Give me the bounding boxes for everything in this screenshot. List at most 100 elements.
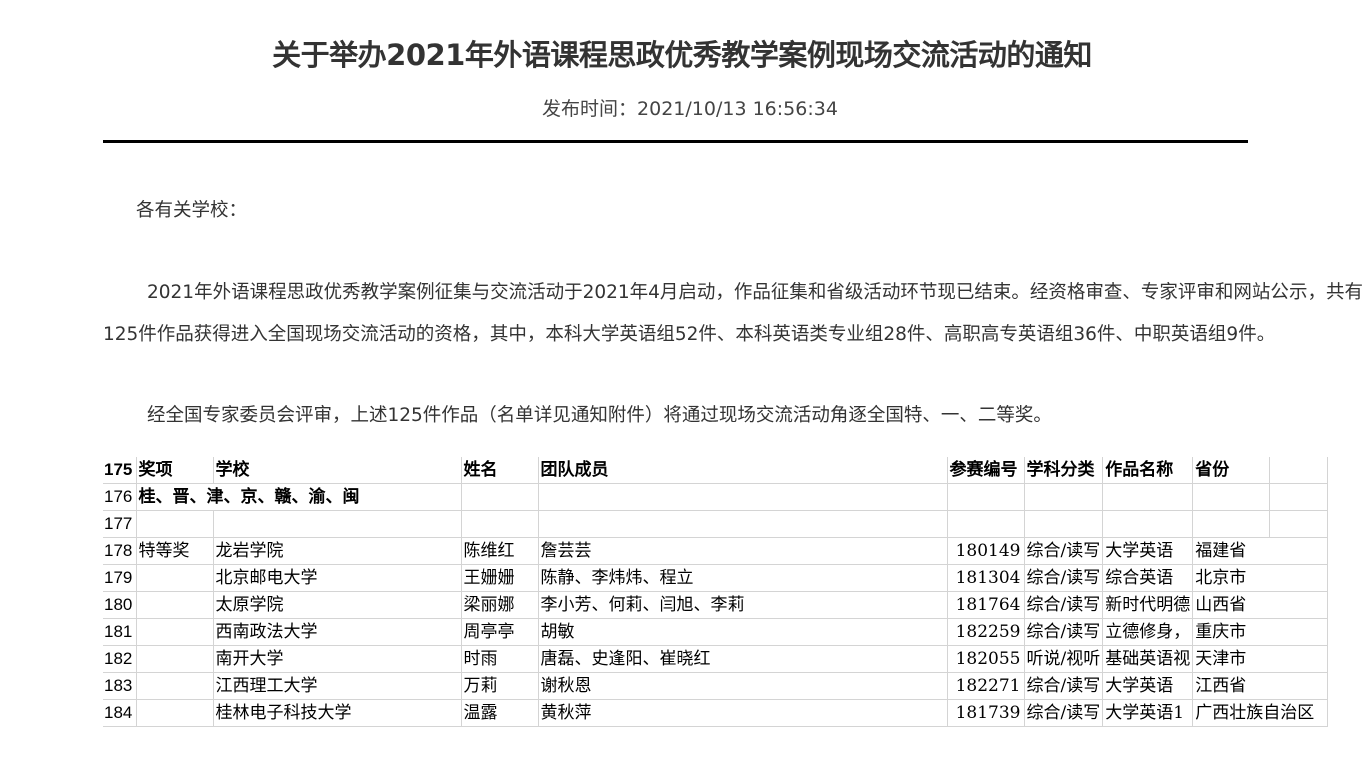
empty-cell [1102,483,1194,511]
group-row: 176 桂、晋、津、京、赣、渝、闽 [103,483,1329,511]
empty-cell [461,483,539,511]
title-divider [103,140,1248,143]
work-cell: 基础英语视 [1102,645,1194,673]
empty-cell [947,483,1025,511]
header-team: 团队成员 [538,457,948,484]
table-row: 179 北京邮电大学 王姗姗 陈静、李炜炜、程立 181304 综合/读写 综合英语 北京市 [103,564,1329,592]
school-cell: 桂林电子科技大学 [213,699,462,727]
empty-cell [538,483,948,511]
table-row: 183 江西理工大学 万莉 谢秋恩 182271 综合/读写 大学英语 江西省 [103,672,1329,700]
header-award: 奖项 [136,457,214,484]
empty-cell [1269,457,1329,484]
school-cell: 太原学院 [213,591,462,619]
paragraph-2: 经全国专家委员会评审，上述125件作品（名单详见通知附件）将通过现场交流活动角逐… [147,405,1052,426]
school-cell: 江西理工大学 [213,672,462,700]
empty-cell [1102,510,1194,538]
team-cell: 陈静、李炜炜、程立 [538,564,948,592]
province-cell: 北京市 [1192,564,1329,592]
code-cell: 182055 [947,645,1025,673]
name-cell: 时雨 [461,645,539,673]
province-cell: 江西省 [1192,672,1329,700]
empty-cell [461,510,539,538]
row-number: 176 [103,483,137,511]
row-number: 182 [103,645,137,673]
empty-cell [1269,483,1329,511]
work-cell: 立德修身， [1102,618,1194,646]
name-cell: 陈维红 [461,537,539,565]
empty-cell [213,510,462,538]
empty-cell [538,510,948,538]
code-cell: 181764 [947,591,1025,619]
name-cell: 梁丽娜 [461,591,539,619]
team-cell: 詹芸芸 [538,537,948,565]
empty-cell [1024,510,1104,538]
name-cell: 万莉 [461,672,539,700]
row-number: 179 [103,564,137,592]
table-row: 181 西南政法大学 周亭亭 胡敏 182259 综合/读写 立德修身， 重庆市 [103,618,1329,646]
school-cell: 龙岩学院 [213,537,462,565]
award-list-spreadsheet: 175 奖项 学校 姓名 团队成员 参赛编号 学科分类 作品名称 省份 176 … [103,457,1329,727]
row-number: 180 [103,591,137,619]
table-row: 178 特等奖 龙岩学院 陈维红 詹芸芸 180149 综合/读写 大学英语 福建省 [103,537,1329,565]
work-cell: 大学英语 [1102,672,1194,700]
header-school: 学校 [213,457,462,484]
header-category: 学科分类 [1024,457,1104,484]
award-cell [136,645,214,673]
school-cell: 北京邮电大学 [213,564,462,592]
empty-cell [947,510,1025,538]
header-row: 175 奖项 学校 姓名 团队成员 参赛编号 学科分类 作品名称 省份 [103,457,1329,484]
code-cell: 181739 [947,699,1025,727]
row-number: 178 [103,537,137,565]
publish-time: 发布时间：2021/10/13 16:56:34 [542,98,838,120]
code-cell: 182271 [947,672,1025,700]
empty-cell [1024,483,1104,511]
award-cell [136,699,214,727]
work-cell: 大学英语 [1102,537,1194,565]
province-cell: 天津市 [1192,645,1329,673]
row-number: 184 [103,699,137,727]
data-rows: 178 特等奖 龙岩学院 陈维红 詹芸芸 180149 综合/读写 大学英语 福建省 179 北京邮… [103,537,1329,727]
header-province: 省份 [1192,457,1271,484]
category-cell: 综合/读写 [1024,618,1104,646]
table-row: 182 南开大学 时雨 唐磊、史逢阳、崔晓红 182055 听说/视听 基础英语视 天津市 [103,645,1329,673]
province-cell: 山西省 [1192,591,1329,619]
award-cell [136,618,214,646]
work-cell: 大学英语1 [1102,699,1194,727]
name-cell: 温露 [461,699,539,727]
code-cell: 180149 [947,537,1025,565]
notice-title: 关于举办2021年外语课程思政优秀教学案例现场交流活动的通知 [272,38,1092,72]
paragraph-1-line-1: 2021年外语课程思政优秀教学案例征集与交流活动于2021年4月启动，作品征集和… [147,282,1363,303]
category-cell: 综合/读写 [1024,591,1104,619]
award-cell [136,672,214,700]
school-cell: 南开大学 [213,645,462,673]
table-row: 180 太原学院 梁丽娜 李小芳、何莉、闫旭、李莉 181764 综合/读写 新时代明德 山西… [103,591,1329,619]
award-cell [136,564,214,592]
school-cell: 西南政法大学 [213,618,462,646]
category-cell: 听说/视听 [1024,645,1104,673]
row-number: 183 [103,672,137,700]
empty-cell [136,510,214,538]
team-cell: 唐磊、史逢阳、崔晓红 [538,645,948,673]
code-cell: 182259 [947,618,1025,646]
award-cell [136,591,214,619]
team-cell: 李小芳、何莉、闫旭、李莉 [538,591,948,619]
name-cell: 王姗姗 [461,564,539,592]
table-row: 184 桂林电子科技大学 温露 黄秋萍 181739 综合/读写 大学英语1 广西壮族自治区 [103,699,1329,727]
empty-cell [1192,510,1271,538]
work-cell: 综合英语 [1102,564,1194,592]
province-cell: 广西壮族自治区 [1192,699,1329,727]
name-cell: 周亭亭 [461,618,539,646]
province-cell: 重庆市 [1192,618,1329,646]
category-cell: 综合/读写 [1024,564,1104,592]
header-work: 作品名称 [1102,457,1194,484]
award-cell: 特等奖 [136,537,214,565]
row-number: 177 [103,510,137,538]
category-cell: 综合/读写 [1024,537,1104,565]
header-name: 姓名 [461,457,539,484]
greeting: 各有关学校： [136,200,248,221]
code-cell: 181304 [947,564,1025,592]
group-label: 桂、晋、津、京、赣、渝、闽 [136,483,462,511]
empty-cell [1269,510,1329,538]
row-number: 181 [103,618,137,646]
paragraph-1-line-2: 125件作品获得进入全国现场交流活动的资格，其中，本科大学英语组52件、本科英语… [103,324,1276,345]
